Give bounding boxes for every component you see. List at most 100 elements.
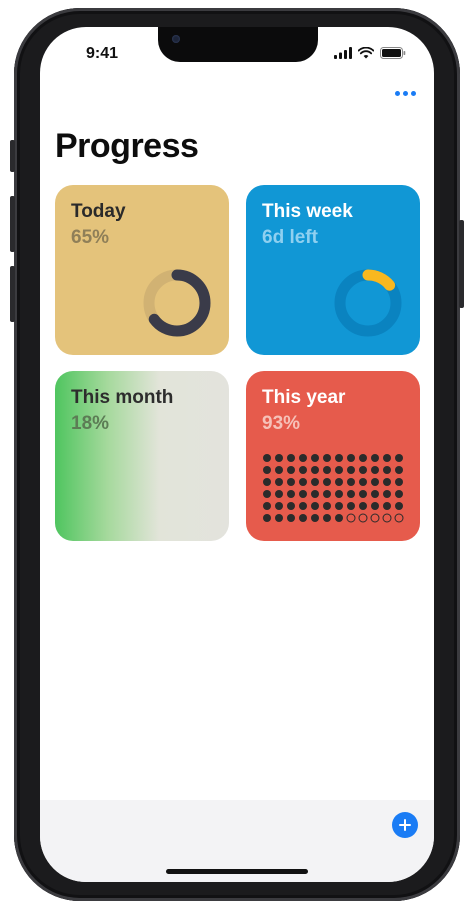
dot-filled — [395, 490, 403, 498]
dot-filled — [395, 478, 403, 486]
notch — [158, 27, 318, 62]
dot-filled — [311, 454, 319, 462]
dot-filled — [347, 454, 355, 462]
dot-grid-icon — [263, 454, 404, 523]
donut-ring-icon — [143, 269, 211, 337]
dot-filled — [275, 490, 283, 498]
dot-filled — [311, 478, 319, 486]
dot-filled — [359, 478, 367, 486]
signal-icon — [334, 47, 352, 59]
dot-filled — [383, 490, 391, 498]
dot-filled — [323, 490, 331, 498]
dot-filled — [311, 490, 319, 498]
dot-empty — [358, 513, 368, 523]
dot-filled — [299, 502, 307, 510]
dot-filled — [359, 466, 367, 474]
dot-filled — [335, 514, 343, 522]
dot-filled — [287, 454, 295, 462]
dot-filled — [275, 514, 283, 522]
dot-filled — [263, 454, 271, 462]
dot-filled — [335, 490, 343, 498]
card-value: 93% — [262, 413, 301, 434]
dot-filled — [395, 454, 403, 462]
dot-filled — [275, 454, 283, 462]
dot-empty — [370, 513, 380, 523]
dot-filled — [347, 466, 355, 474]
dot-filled — [383, 502, 391, 510]
dot-filled — [371, 502, 379, 510]
dot-filled — [335, 454, 343, 462]
dot-filled — [323, 514, 331, 522]
donut-ring-icon — [334, 269, 402, 337]
volume-up-button — [10, 196, 15, 252]
dot-filled — [323, 502, 331, 510]
dot-filled — [371, 490, 379, 498]
dot-filled — [371, 478, 379, 486]
dot-filled — [287, 490, 295, 498]
card-this-year[interactable]: This year 93% — [246, 371, 420, 541]
dot-filled — [359, 502, 367, 510]
dot-filled — [275, 478, 283, 486]
dot-filled — [263, 478, 271, 486]
dot-filled — [323, 454, 331, 462]
dot-filled — [335, 478, 343, 486]
home-indicator[interactable] — [166, 869, 308, 874]
plus-circle-icon[interactable] — [392, 812, 418, 838]
dot-empty — [382, 513, 392, 523]
silent-switch — [10, 140, 15, 172]
power-button — [459, 220, 464, 308]
dot-filled — [263, 514, 271, 522]
card-value: 6d left — [262, 227, 318, 248]
dot-filled — [347, 490, 355, 498]
dot-filled — [335, 466, 343, 474]
battery-icon — [380, 47, 406, 59]
dot-filled — [359, 490, 367, 498]
dot-filled — [371, 466, 379, 474]
card-value: 18% — [71, 413, 110, 434]
dot-filled — [299, 490, 307, 498]
card-title: Today — [71, 201, 126, 222]
dot-filled — [395, 466, 403, 474]
card-value: 65% — [71, 227, 110, 248]
dot-empty — [394, 513, 404, 523]
dot-filled — [263, 502, 271, 510]
card-today[interactable]: Today 65% — [55, 185, 229, 355]
dot-filled — [275, 502, 283, 510]
dot-filled — [311, 502, 319, 510]
dot-filled — [299, 514, 307, 522]
dot-filled — [371, 454, 379, 462]
more-icon[interactable] — [395, 91, 416, 96]
wifi-icon — [358, 47, 374, 59]
dot-filled — [311, 514, 319, 522]
dot-filled — [359, 454, 367, 462]
volume-down-button — [10, 266, 15, 322]
status-time: 9:41 — [86, 45, 119, 62]
page-title: Progress — [55, 127, 199, 165]
dot-filled — [299, 454, 307, 462]
dot-filled — [299, 466, 307, 474]
screen: 9:41 Progress Today 65% This week 6d lef… — [40, 27, 434, 882]
dot-filled — [383, 454, 391, 462]
dot-filled — [347, 478, 355, 486]
dot-filled — [299, 478, 307, 486]
card-this-month[interactable]: This month 18% — [55, 371, 229, 541]
dot-filled — [275, 466, 283, 474]
card-title: This month — [71, 387, 174, 408]
status-icons — [334, 47, 406, 59]
dot-filled — [347, 502, 355, 510]
dot-filled — [323, 466, 331, 474]
dot-filled — [287, 466, 295, 474]
dot-filled — [311, 466, 319, 474]
dot-filled — [287, 502, 295, 510]
dot-filled — [383, 466, 391, 474]
dot-filled — [323, 478, 331, 486]
dot-filled — [263, 490, 271, 498]
card-title: This week — [262, 201, 353, 222]
dot-empty — [346, 513, 356, 523]
dot-filled — [395, 502, 403, 510]
dot-filled — [263, 466, 271, 474]
dot-filled — [287, 514, 295, 522]
dot-filled — [287, 478, 295, 486]
card-this-week[interactable]: This week 6d left — [246, 185, 420, 355]
dot-filled — [383, 478, 391, 486]
